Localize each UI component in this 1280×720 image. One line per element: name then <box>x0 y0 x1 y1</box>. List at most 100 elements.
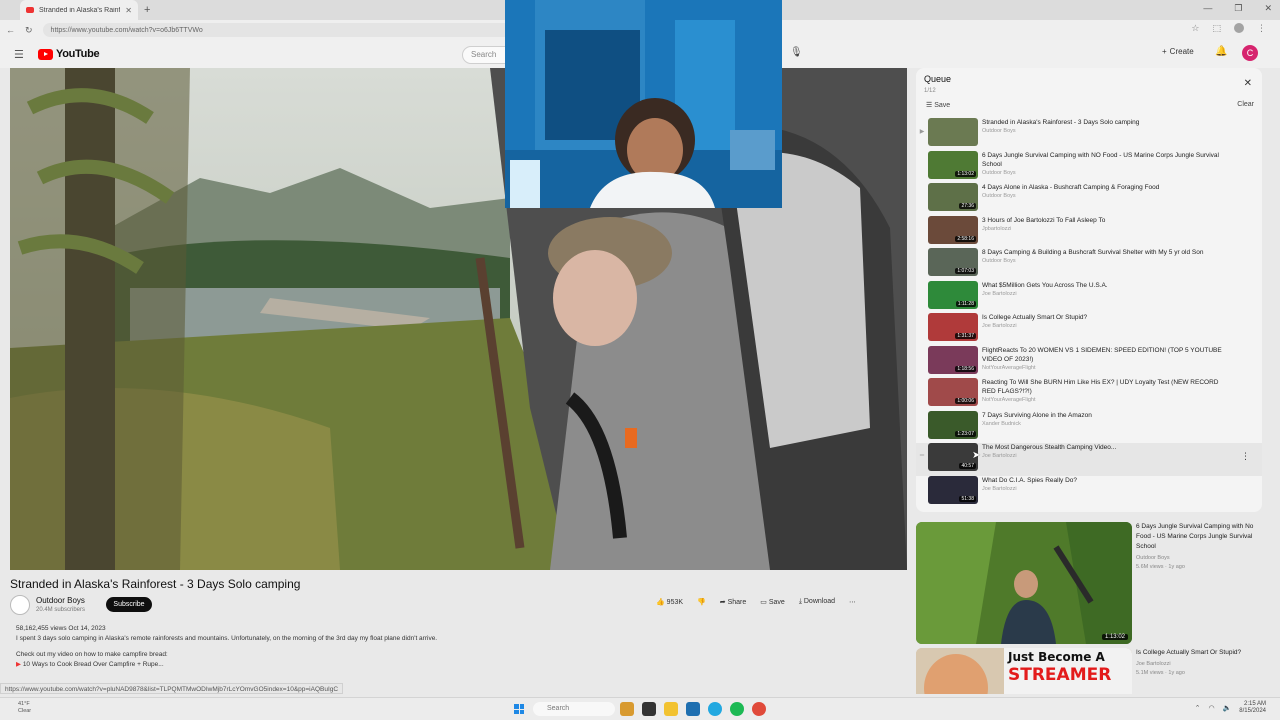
queue-item-title: 6 Days Jungle Survival Camping with NO F… <box>982 151 1219 168</box>
queue-item[interactable]: 1:07:03 8 Days Camping & Building a Bushc… <box>916 248 1262 281</box>
notification-bell-icon[interactable]: 🔔 <box>1215 46 1227 57</box>
account-avatar[interactable]: C <box>1242 45 1258 61</box>
drag-handle-icon[interactable] <box>916 183 928 193</box>
close-queue-icon[interactable]: ✕ <box>1244 78 1252 89</box>
queue-item[interactable]: 51:38 What Do C.I.A. Spies Really Do? Joe … <box>916 475 1262 509</box>
share-button[interactable]: ➦ Share <box>720 598 747 606</box>
drag-handle-icon[interactable]: ═ <box>916 443 928 459</box>
recommendation-thumbnail[interactable]: Just Become A STREAMER <box>916 648 1132 694</box>
queue-item[interactable]: ▶ Stranded in Alaska's Rainforest - 3 Day… <box>916 118 1262 151</box>
profile-icon[interactable] <box>1234 23 1244 35</box>
taskbar-search[interactable]: Search <box>533 702 615 716</box>
wifi-icon[interactable]: ◠ <box>1208 704 1214 712</box>
queue-item-title: Reacting To Will She BURN Him Like His E… <box>982 379 1219 395</box>
queue-item[interactable]: 1:23:07 7 Days Surviving Alone in the Ama… <box>916 410 1262 444</box>
description-link[interactable]: 10 Ways to Cook Bread Over Campfire + Ru… <box>23 661 164 668</box>
channel-avatar[interactable] <box>10 595 30 615</box>
like-count: 953K <box>666 599 684 606</box>
drag-handle-icon[interactable] <box>916 378 928 388</box>
recommendation-item[interactable]: 1:13:02 6 Days Jungle Survival Camping w… <box>916 522 1262 644</box>
browser-tab[interactable]: Stranded in Alaska's Rainforest ✕ <box>20 0 138 20</box>
queue-thumbnail[interactable]: 1:23:07 <box>928 410 978 439</box>
volume-icon[interactable]: 🔈 <box>1223 704 1232 712</box>
queue-thumbnail[interactable] <box>928 118 978 146</box>
maximize-icon[interactable]: ❐ <box>1234 3 1242 14</box>
recommendation-title[interactable]: Is College Actually Smart Or Stupid? <box>1136 648 1256 658</box>
system-tray: ⌃ ◠ 🔈 2:15 AM 8/15/2024 <box>1195 701 1266 715</box>
queue-thumbnail[interactable]: 1:07:03 <box>928 248 978 276</box>
queue-item[interactable]: 1:18:56 FlightReacts To 20 WOMEN VS 1 SID… <box>916 345 1262 379</box>
drag-handle-icon[interactable] <box>916 346 928 356</box>
dislike-button[interactable]: 👎 <box>697 598 706 606</box>
chrome-browser-icon[interactable] <box>752 702 766 716</box>
extensions-icon[interactable]: ⬚ <box>1212 23 1221 35</box>
queue-thumbnail[interactable]: 1:18:56 <box>928 345 978 374</box>
spotify-app-icon[interactable] <box>730 702 744 716</box>
queue-item[interactable]: 2:58:16 3 Hours of Joe Bartolozzi To Fall… <box>916 215 1262 249</box>
recommendation-channel[interactable]: Outdoor Boys <box>1136 554 1170 563</box>
create-button[interactable]: + Create <box>1162 47 1194 56</box>
queue-item[interactable]: 1:11:28 What $5Million Gets You Across Th… <box>916 280 1262 314</box>
copilot-app-icon[interactable] <box>620 702 634 716</box>
close-tab-icon[interactable]: ✕ <box>125 6 132 15</box>
new-tab-icon[interactable]: + <box>144 4 150 16</box>
queue-thumbnail[interactable]: 51:38 <box>928 475 978 504</box>
drag-handle-icon[interactable] <box>916 411 928 421</box>
recommendation-item[interactable]: Just Become A STREAMER Is College Actual… <box>916 648 1262 694</box>
channel-name[interactable]: Outdoor Boys <box>36 596 85 605</box>
queue-item-title: What Do C.I.A. Spies Really Do? <box>982 476 1078 484</box>
queue-thumbnail[interactable]: 1:11:28 <box>928 280 978 309</box>
tray-chevron-icon[interactable]: ⌃ <box>1195 704 1201 712</box>
more-options-icon[interactable]: ⋮ <box>1241 451 1250 462</box>
hamburger-menu-icon[interactable]: ☰ <box>14 48 24 61</box>
youtube-logo[interactable]: YouTube <box>38 48 100 60</box>
more-actions-icon[interactable]: ⋯ <box>849 598 856 606</box>
queue-thumbnail[interactable]: 40:57 <box>928 443 978 471</box>
video-description[interactable]: 58,162,455 views Oct 14, 2023 I spent 3 … <box>10 624 905 676</box>
queue-thumbnail[interactable]: 1:13:02 <box>928 150 978 179</box>
play-icon: ▶ <box>16 661 21 668</box>
queue-thumbnail[interactable]: 1:00:06 <box>928 378 978 406</box>
close-window-icon[interactable]: ✕ <box>1264 3 1272 14</box>
subscribe-button[interactable]: Subscribe <box>106 597 152 612</box>
create-label: Create <box>1169 47 1194 56</box>
download-button[interactable]: ⤓ Download <box>799 598 835 606</box>
drag-handle-icon[interactable] <box>916 216 928 226</box>
drag-handle-icon[interactable] <box>916 476 928 486</box>
queue-clear-button[interactable]: Clear <box>1237 101 1254 108</box>
back-icon[interactable]: ← <box>6 25 15 35</box>
save-button[interactable]: ▭ Save <box>760 598 785 606</box>
queue-item-channel: NotYourAverageFlight <box>982 364 1036 371</box>
queue-thumbnail[interactable]: 2:58:16 <box>928 215 978 244</box>
queue-item[interactable]: 1:13:02 6 Days Jungle Survival Camping wi… <box>916 150 1262 184</box>
queue-item[interactable]: 1:31:37 Is College Actually Smart Or Stup… <box>916 313 1262 346</box>
recommendation-thumbnail[interactable]: 1:13:02 <box>916 522 1132 644</box>
drag-handle-icon[interactable] <box>916 248 928 258</box>
edge-browser-icon[interactable] <box>708 702 722 716</box>
queue-item[interactable]: 27:36 4 Days Alone in Alaska - Bushcraft … <box>916 183 1262 216</box>
queue-save-button[interactable]: ☰ Save <box>926 101 950 109</box>
queue-thumbnail[interactable]: 27:36 <box>928 183 978 211</box>
queue-item[interactable]: 1:00:06 Reacting To Will She BURN Him Lik… <box>916 378 1262 411</box>
menu-dots-icon[interactable]: ⋮ <box>1257 23 1266 35</box>
drag-handle-icon[interactable] <box>916 281 928 291</box>
recommendation-title[interactable]: 6 Days Jungle Survival Camping with No F… <box>1136 522 1256 552</box>
reload-icon[interactable]: ↻ <box>25 25 33 36</box>
minimize-icon[interactable]: — <box>1203 3 1212 14</box>
task-view-icon[interactable] <box>642 702 656 716</box>
bookmark-star-icon[interactable]: ☆ <box>1191 23 1199 35</box>
store-app-icon[interactable] <box>686 702 700 716</box>
weather-widget[interactable]: 41°F Clear <box>18 701 31 715</box>
queue-item-title: 3 Hours of Joe Bartolozzi To Fall Asleep… <box>982 216 1106 224</box>
queue-item[interactable]: ═ 40:57 The Most Dangerous Stealth Camping… <box>916 443 1262 476</box>
recommendation-channel[interactable]: Joe Bartolozzi <box>1136 660 1171 669</box>
file-explorer-icon[interactable] <box>664 702 678 716</box>
clock[interactable]: 2:15 AM 8/15/2024 <box>1239 701 1266 715</box>
queue-thumbnail[interactable]: 1:31:37 <box>928 313 978 341</box>
like-button[interactable]: 👍 953K <box>656 598 683 606</box>
download-icon: ⤓ <box>798 598 802 605</box>
start-button[interactable] <box>514 704 524 714</box>
drag-handle-icon[interactable] <box>916 313 928 323</box>
drag-handle-icon[interactable] <box>916 151 928 161</box>
microphone-icon[interactable]: 🎙 <box>790 47 803 58</box>
